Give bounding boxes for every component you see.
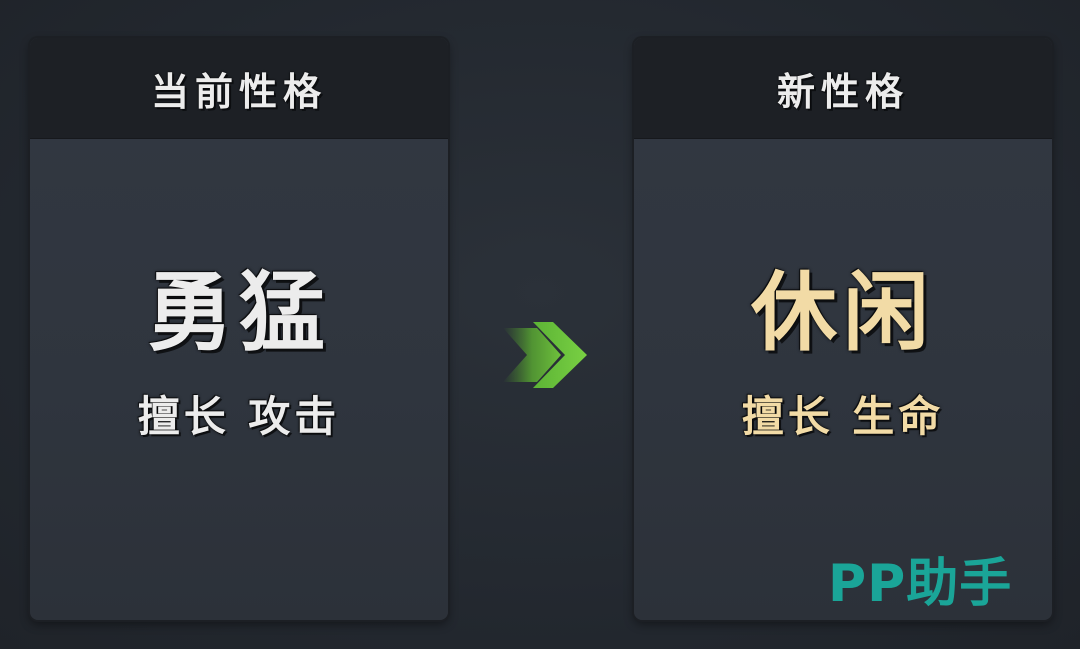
current-trait-name: 勇猛: [147, 262, 331, 363]
new-trait-header: 新性格: [634, 38, 1052, 139]
current-trait-card: 当前性格 勇猛 擅长 攻击: [30, 38, 448, 620]
new-trait-card: 新性格 休闲 擅长 生命: [634, 38, 1052, 620]
current-trait-description: 擅长 攻击: [137, 392, 341, 441]
new-trait-header-label: 新性格: [776, 68, 909, 114]
pp-assistant-watermark: PP助手: [828, 554, 1013, 614]
double-chevron-right-icon: [503, 322, 587, 388]
current-trait-header-label: 当前性格: [150, 68, 327, 114]
current-trait-header: 当前性格: [30, 38, 448, 139]
new-trait-name: 休闲: [751, 262, 935, 363]
new-trait-description: 擅长 生命: [741, 392, 945, 441]
